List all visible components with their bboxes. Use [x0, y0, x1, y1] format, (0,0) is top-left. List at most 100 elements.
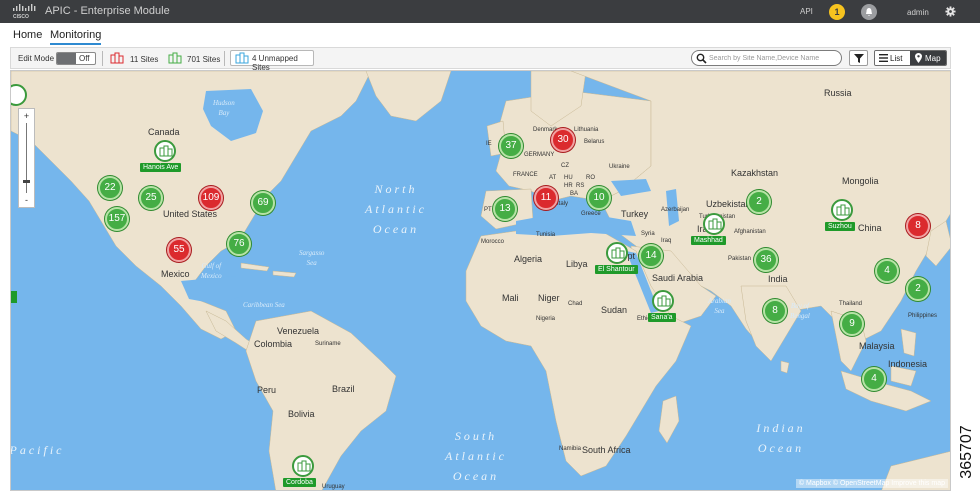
map-attribution[interactable]: © Mapbox © OpenStreetMap Improve this ma… — [795, 479, 948, 488]
country-label: GERMANY — [524, 152, 555, 158]
green-sites-count[interactable]: 701 Sites — [187, 55, 220, 64]
tab-home[interactable]: Home — [13, 29, 42, 41]
sea-label: Sargasso Sea — [299, 249, 325, 267]
site-search — [691, 50, 842, 66]
world-map[interactable]: Canada United States Mexico Venezuela Co… — [10, 70, 951, 491]
site-cluster-healthy[interactable]: 13 — [493, 197, 517, 221]
country-label: Ukraine — [609, 164, 630, 170]
site-cluster-healthy[interactable]: 14 — [639, 244, 663, 268]
site-marker-icon[interactable] — [703, 213, 725, 235]
site-cluster-healthy[interactable]: 25 — [139, 186, 163, 210]
country-label: Thailand — [839, 301, 863, 307]
monitoring-toolbar: Edit Mode Off 11 Sites 701 Sites 4 Unmap… — [10, 47, 951, 72]
app-title: APIC - Enterprise Module — [45, 5, 170, 17]
country-label: Colombia — [254, 339, 293, 349]
alert-badge[interactable]: 1 — [829, 4, 845, 20]
edit-mode-toggle[interactable]: Off — [56, 52, 96, 65]
site-label[interactable]: El Shantour — [595, 265, 638, 274]
ocean-label-text: South Atlantic Ocean — [445, 429, 507, 483]
site-marker-icon[interactable] — [606, 242, 628, 264]
sea-label: Caribbean Sea — [243, 301, 285, 309]
site-label[interactable]: Sana'a — [648, 313, 676, 322]
site-cluster-healthy[interactable]: 2 — [906, 277, 930, 301]
divider — [224, 51, 225, 66]
zoom-out-button[interactable]: - — [19, 195, 34, 205]
site-cluster-healthy[interactable]: 2 — [747, 190, 771, 214]
country-label: Italy — [557, 201, 569, 207]
country-label: Algeria — [514, 254, 543, 264]
divider — [102, 51, 103, 66]
country-label: Chad — [568, 301, 583, 307]
ocean-label-text: Indian Ocean — [756, 421, 806, 455]
country-label: Indonesia — [888, 359, 928, 369]
figure-id-text: 365707 — [958, 425, 975, 479]
site-label[interactable]: Hanois Ave — [140, 163, 182, 172]
notifications-bell-icon[interactable] — [861, 4, 877, 20]
user-menu[interactable]: admin — [907, 8, 929, 17]
country-label: Uzbekistan — [706, 199, 751, 209]
country-label: Canada — [148, 127, 180, 137]
site-cluster-healthy[interactable]: 157 — [105, 207, 129, 231]
zoom-in-button[interactable]: + — [19, 111, 34, 121]
green-sites-icon — [168, 52, 182, 64]
gear-icon[interactable] — [945, 6, 956, 17]
country-label: Philippines — [908, 313, 938, 319]
view-toggle: List Map — [874, 50, 947, 66]
site-label[interactable] — [11, 291, 17, 303]
site-cluster-healthy[interactable]: 76 — [227, 232, 251, 256]
country-label: Venezuela — [277, 326, 320, 336]
ocean-label-pacific: Pacific — [10, 443, 67, 458]
list-view-button[interactable]: List — [875, 51, 910, 65]
country-label: Kazakhstan — [731, 168, 779, 178]
site-cluster-critical[interactable]: 30 — [551, 128, 575, 152]
site-marker-icon[interactable] — [831, 199, 853, 221]
site-marker-icon[interactable] — [154, 140, 176, 162]
site-label[interactable]: Cordoba — [283, 478, 316, 487]
site-marker-icon[interactable] — [292, 455, 314, 477]
site-cluster-critical[interactable]: 55 — [167, 238, 191, 262]
country-label: Niger — [538, 293, 560, 303]
country-label: Iraq — [661, 238, 672, 244]
site-cluster-healthy[interactable]: 22 — [98, 176, 122, 200]
cisco-logo: CISCO — [13, 4, 36, 19]
tab-monitoring[interactable]: Monitoring — [50, 29, 102, 45]
filter-button[interactable] — [849, 50, 868, 66]
country-label: Greece — [581, 211, 601, 217]
map-view-button[interactable]: Map — [910, 51, 946, 65]
country-label: Turkey — [621, 209, 649, 219]
country-label: IE — [486, 141, 492, 147]
site-cluster-healthy[interactable]: 4 — [862, 367, 886, 391]
country-label: CZ — [561, 163, 569, 169]
figure-id: 365707 — [954, 410, 980, 494]
site-cluster-critical[interactable]: 11 — [534, 186, 558, 210]
site-cluster-healthy[interactable]: 4 — [875, 259, 899, 283]
zoom-slider-handle[interactable] — [23, 180, 30, 183]
site-cluster-healthy[interactable]: 9 — [840, 312, 864, 336]
country-label: FRANCE — [513, 172, 538, 178]
site-cluster-critical[interactable]: 109 — [199, 186, 223, 210]
edit-mode-label: Edit Mode — [18, 54, 55, 63]
site-cluster-critical[interactable]: 8 — [906, 214, 930, 238]
sea-label: Arabian Sea — [708, 297, 731, 315]
search-input[interactable] — [709, 52, 837, 64]
site-marker-icon[interactable] — [652, 290, 674, 312]
site-label[interactable]: Mashhad — [691, 236, 726, 245]
country-label: RO — [586, 175, 595, 181]
unmapped-sites-button[interactable]: 4 Unmapped Sites — [230, 50, 314, 72]
site-cluster-healthy[interactable]: 8 — [763, 299, 787, 323]
site-label[interactable]: Suzhou — [825, 222, 855, 231]
country-label: Russia — [824, 88, 852, 98]
site-cluster-healthy[interactable]: 37 — [499, 134, 523, 158]
ocean-label-text: Pacific — [10, 443, 65, 457]
red-sites-count[interactable]: 11 Sites — [130, 55, 158, 64]
map-view-label: Map — [925, 54, 941, 63]
country-label: Syria — [641, 231, 655, 237]
ocean-label-indian: Indian Ocean — [746, 418, 816, 458]
site-cluster-healthy[interactable]: 36 — [754, 248, 778, 272]
site-cluster-healthy[interactable]: 10 — [587, 186, 611, 210]
country-label: Bolivia — [288, 409, 315, 419]
app-window: CISCO APIC - Enterprise Module API 1 adm… — [0, 0, 980, 494]
api-link[interactable]: API — [800, 7, 813, 16]
site-cluster-healthy[interactable]: 69 — [251, 191, 275, 215]
country-label: Belarus — [584, 139, 605, 145]
